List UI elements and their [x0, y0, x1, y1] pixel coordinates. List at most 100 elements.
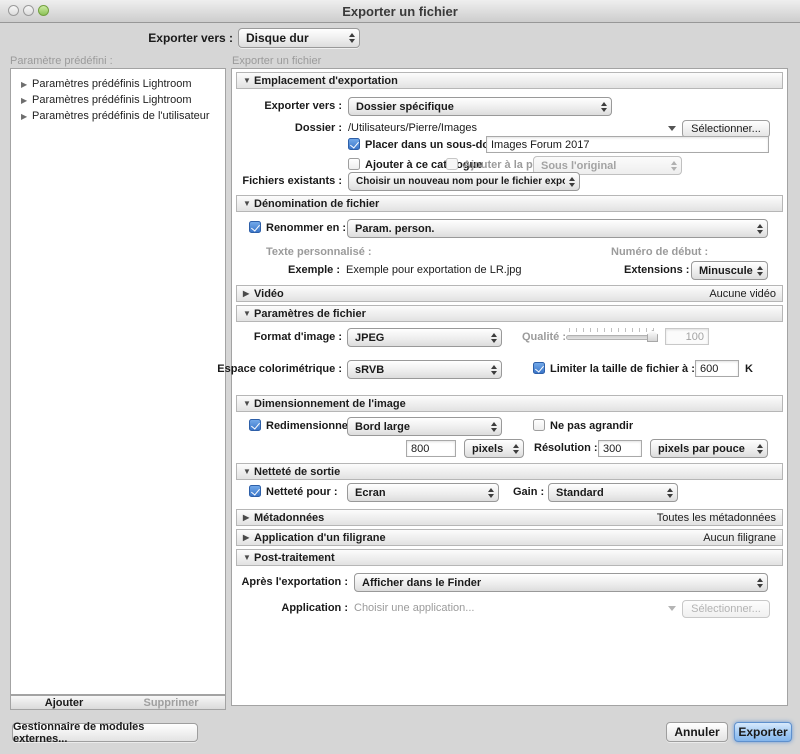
cancel-button[interactable]: Annuler — [666, 722, 728, 742]
window-titlebar: Exporter un fichier — [0, 0, 800, 23]
folder-menu-icon[interactable] — [668, 126, 676, 131]
popup-arrows-icon — [569, 177, 575, 187]
section-status: Toutes les métadonnées — [657, 512, 776, 524]
section-body-naming: Renommer en : Param. person. Texte perso… — [236, 212, 783, 282]
remove-preset-label: Supprimer — [143, 697, 198, 709]
folder-path: /Utilisateurs/Pierre/Images — [348, 122, 477, 134]
export-to-popup[interactable]: Disque dur — [238, 28, 360, 48]
section-title: Dimensionnement de l'image — [254, 398, 406, 410]
gain-popup[interactable]: Standard — [548, 483, 678, 502]
section-header-metadata[interactable]: ▶ Métadonnées Toutes les métadonnées — [236, 509, 783, 526]
rename-label: Renommer en : — [266, 222, 346, 234]
slider-ticks-icon — [569, 328, 655, 332]
section-header-post-processing[interactable]: ▼ Post-traitement — [236, 549, 783, 566]
extensions-label: Extensions : — [624, 264, 689, 276]
colorspace-popup[interactable]: sRVB — [347, 360, 502, 379]
sidebar-item-preset[interactable]: ▶ Paramètres prédéfinis Lightroom — [11, 76, 225, 92]
add-preset-label: Ajouter — [45, 697, 84, 709]
section-header-video[interactable]: ▶ Vidéo Aucune vidéo — [236, 285, 783, 302]
image-format-popup[interactable]: JPEG — [347, 328, 502, 347]
preset-item-label: Paramètres prédéfinis Lightroom — [32, 94, 192, 106]
image-format-value: JPEG — [355, 332, 487, 344]
section-video: ▶ Vidéo Aucune vidéo — [236, 285, 783, 302]
disclosure-closed-icon[interactable]: ▶ — [21, 96, 32, 105]
subfolder-input[interactable] — [486, 136, 769, 153]
export-button[interactable]: Exporter — [734, 722, 792, 742]
export-to-label: Exporter vers : — [60, 31, 233, 45]
select-folder-label: Sélectionner... — [691, 123, 761, 135]
limit-size-unit: K — [745, 363, 753, 375]
resolution-unit-popup[interactable]: pixels par pouce — [650, 439, 768, 458]
example-label: Exemple : — [236, 264, 340, 276]
window-title: Exporter un fichier — [0, 4, 800, 19]
section-naming: ▼ Dénomination de fichier Renommer en : … — [236, 195, 783, 282]
section-body-output-sharpening: Netteté pour : Ecran Gain : Standard — [236, 480, 783, 506]
popup-arrows-icon — [488, 488, 494, 498]
application-value: Choisir une application... — [354, 602, 474, 614]
limit-size-checkbox[interactable] — [533, 362, 545, 374]
export-to-popup-value: Disque dur — [246, 31, 345, 45]
limit-size-label: Limiter la taille de fichier à : — [550, 363, 695, 375]
disclosure-open-icon: ▼ — [243, 399, 254, 408]
extensions-popup[interactable]: Minuscules — [691, 261, 768, 280]
application-label: Application : — [236, 602, 348, 614]
resize-mode-popup[interactable]: Bord large — [347, 417, 502, 436]
quality-slider[interactable] — [566, 328, 658, 340]
sidebar-item-preset[interactable]: ▶ Paramètres prédéfinis Lightroom — [11, 92, 225, 108]
application-menu-icon — [668, 606, 676, 611]
limit-size-input[interactable] — [695, 360, 739, 377]
stack-position-value: Sous l'original — [541, 160, 667, 172]
subfolder-checkbox[interactable] — [348, 138, 360, 150]
gain-value: Standard — [556, 487, 663, 499]
section-metadata: ▶ Métadonnées Toutes les métadonnées — [236, 509, 783, 526]
size-unit-popup[interactable]: pixels — [464, 439, 524, 458]
resolution-input[interactable] — [598, 440, 642, 457]
rename-checkbox[interactable] — [249, 221, 261, 233]
section-header-naming[interactable]: ▼ Dénomination de fichier — [236, 195, 783, 212]
size-input[interactable] — [406, 440, 456, 457]
plugin-manager-button[interactable]: Gestionnaire de modules externes... — [12, 723, 198, 742]
section-header-watermark[interactable]: ▶ Application d'un filigrane Aucun filig… — [236, 529, 783, 546]
section-title: Paramètres de fichier — [254, 308, 366, 320]
size-unit-value: pixels — [472, 443, 509, 455]
add-to-stack-checkbox — [446, 158, 458, 170]
disclosure-closed-icon[interactable]: ▶ — [21, 80, 32, 89]
popup-arrows-icon — [757, 224, 763, 234]
select-application-label: Sélectionner... — [691, 603, 761, 615]
section-body-file-settings: Format d'image : JPEG Qualité : Espace c… — [236, 322, 783, 392]
slider-track — [566, 335, 658, 340]
rename-template-popup[interactable]: Param. person. — [347, 219, 768, 238]
sharpen-target-popup[interactable]: Ecran — [347, 483, 499, 502]
start-number-label: Numéro de début : — [611, 246, 708, 258]
sidebar-item-preset[interactable]: ▶ Paramètres prédéfinis de l'utilisateur — [11, 108, 225, 124]
remove-preset-button[interactable]: Supprimer — [117, 695, 226, 710]
section-title: Netteté de sortie — [254, 466, 340, 478]
section-file-settings: ▼ Paramètres de fichier Format d'image :… — [236, 305, 783, 392]
section-status: Aucun filigrane — [703, 532, 776, 544]
existing-files-value: Choisir un nouveau nom pour le fichier e… — [356, 176, 565, 187]
after-export-popup[interactable]: Afficher dans le Finder — [354, 573, 768, 592]
section-body-location: Exporter vers : Dossier spécifique Dossi… — [236, 89, 783, 189]
section-output-sharpening: ▼ Netteté de sortie Netteté pour : Ecran… — [236, 463, 783, 506]
add-preset-button[interactable]: Ajouter — [10, 695, 118, 710]
disclosure-closed-icon[interactable]: ▶ — [21, 112, 32, 121]
resize-checkbox[interactable] — [249, 419, 261, 431]
no-enlarge-checkbox[interactable] — [533, 419, 545, 431]
section-title: Post-traitement — [254, 552, 335, 564]
export-label: Exporter — [738, 725, 787, 739]
export-destination-value: Dossier spécifique — [356, 101, 597, 113]
no-enlarge-label: Ne pas agrandir — [550, 420, 633, 432]
section-location: ▼ Emplacement d'exportation Exporter ver… — [236, 72, 783, 189]
export-destination-popup[interactable]: Dossier spécifique — [348, 97, 612, 116]
section-header-output-sharpening[interactable]: ▼ Netteté de sortie — [236, 463, 783, 480]
section-watermark: ▶ Application d'un filigrane Aucun filig… — [236, 529, 783, 546]
example-filename: Exemple pour exportation de LR.jpg — [346, 264, 522, 276]
add-to-catalog-checkbox[interactable] — [348, 158, 360, 170]
section-header-image-sizing[interactable]: ▼ Dimensionnement de l'image — [236, 395, 783, 412]
preset-item-label: Paramètres prédéfinis Lightroom — [32, 78, 192, 90]
sharpen-checkbox[interactable] — [249, 485, 261, 497]
section-header-file-settings[interactable]: ▼ Paramètres de fichier — [236, 305, 783, 322]
section-header-location[interactable]: ▼ Emplacement d'exportation — [236, 72, 783, 89]
existing-files-popup[interactable]: Choisir un nouveau nom pour le fichier e… — [348, 172, 580, 191]
popup-arrows-icon — [491, 365, 497, 375]
